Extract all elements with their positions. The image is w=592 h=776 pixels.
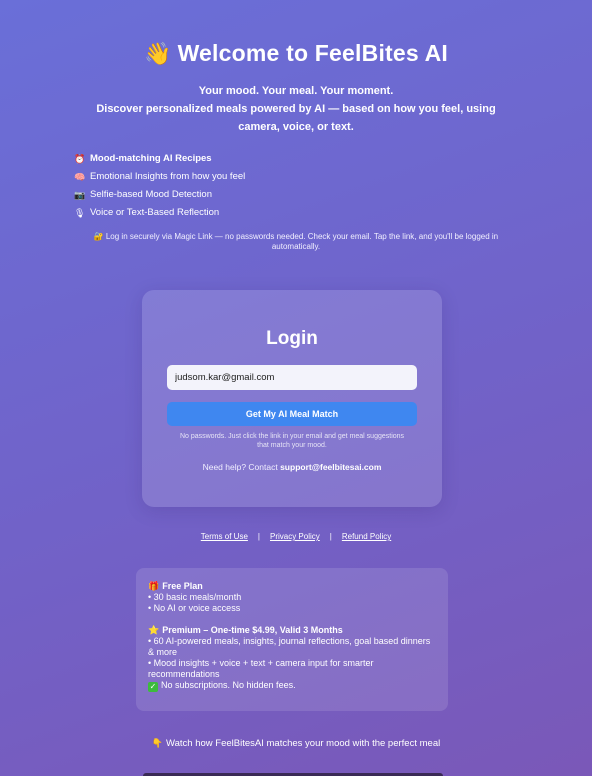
login-title: Login xyxy=(266,328,318,349)
brain-icon: 🧠 xyxy=(74,172,86,182)
feature-item: 🧠 Emotional Insights from how you feel xyxy=(74,168,245,186)
description: Discover personalized meals powered by A… xyxy=(96,103,496,133)
email-input[interactable] xyxy=(167,365,417,390)
feature-item: ⏰ Mood-matching AI Recipes xyxy=(74,150,245,168)
plans-card: 🎁 Free Plan • 30 basic meals/month • No A… xyxy=(136,568,448,711)
premium-plan-label: Premium – One-time $4.99, Valid 3 Months xyxy=(162,625,343,635)
login-note: No passwords. Just click the link in you… xyxy=(179,433,405,449)
camera-icon: 📷 xyxy=(74,190,86,200)
guarantee: ✓ No subscriptions. No hidden fees. xyxy=(148,680,436,692)
privacy-link[interactable]: Privacy Policy xyxy=(270,532,320,541)
guarantee-text: No subscriptions. No hidden fees. xyxy=(161,680,296,690)
plan-item: • Mood insights + voice + text + camera … xyxy=(148,658,374,679)
microphone-icon: 🎙 xyxy=(74,208,86,218)
feature-text: Selfie-based Mood Detection xyxy=(90,189,212,200)
feature-item: 🎙 Voice or Text-Based Reflection xyxy=(74,204,245,222)
plan-item: • No AI or voice access xyxy=(148,603,241,613)
feature-item: 📷 Selfie-based Mood Detection xyxy=(74,186,245,204)
footer-links: Terms of Use | Privacy Policy | Refund Polic… xyxy=(0,532,592,541)
watch-text: Watch how FeelBitesAI matches your mood … xyxy=(166,738,441,749)
free-plan-title: 🎁 Free Plan xyxy=(148,581,436,592)
feature-text: Voice or Text-Based Reflection xyxy=(90,207,220,218)
feature-list: ⏰ Mood-matching AI Recipes 🧠 Emotional I… xyxy=(74,150,245,222)
pointing-down-icon: 👇 xyxy=(151,738,163,748)
feature-text: Mood-matching AI Recipes xyxy=(90,153,212,164)
premium-plan-title: ⭐ Premium – One-time $4.99, Valid 3 Month… xyxy=(148,625,436,636)
check-icon: ✓ xyxy=(148,682,158,692)
waving-hand-icon: 👋 xyxy=(143,41,172,66)
lock-icon: 🔐 xyxy=(93,232,104,241)
help-prefix: Need help? Contact xyxy=(202,462,281,472)
link-separator: | xyxy=(257,532,260,541)
star-icon: ⭐ xyxy=(148,625,160,635)
tagline: Your mood. Your meal. Your moment. xyxy=(198,85,394,97)
terms-link[interactable]: Terms of Use xyxy=(201,532,248,541)
plan-item: • 30 basic meals/month xyxy=(148,592,242,602)
plan-item: • 60 AI-powered meals, insights, journal… xyxy=(148,636,431,657)
intro: Your mood. Your meal. Your moment. Disco… xyxy=(0,82,592,136)
magic-link-text: Log in securely via Magic Link — no pass… xyxy=(105,232,499,251)
support-email-link[interactable]: support@feelbitesai.com xyxy=(280,462,381,472)
watch-prompt: 👇 Watch how FeelBitesAI matches your mood… xyxy=(0,738,592,749)
magic-link-info: 🔐 Log in securely via Magic Link — no pas… xyxy=(74,232,518,252)
clock-icon: ⏰ xyxy=(74,154,86,164)
free-plan-label: Free Plan xyxy=(162,581,203,591)
refund-link[interactable]: Refund Policy xyxy=(342,532,391,541)
page-title: 👋 Welcome to FeelBites AI xyxy=(0,40,592,67)
get-meal-match-button[interactable]: Get My AI Meal Match xyxy=(167,402,417,426)
login-card: Login Get My AI Meal Match No passwords.… xyxy=(142,290,442,507)
link-separator: | xyxy=(329,532,332,541)
help-text: Need help? Contact support@feelbitesai.c… xyxy=(142,462,442,472)
feature-text: Emotional Insights from how you feel xyxy=(90,171,246,182)
page-title-text: Welcome to FeelBites AI xyxy=(177,40,449,66)
gift-icon: 🎁 xyxy=(148,581,160,591)
